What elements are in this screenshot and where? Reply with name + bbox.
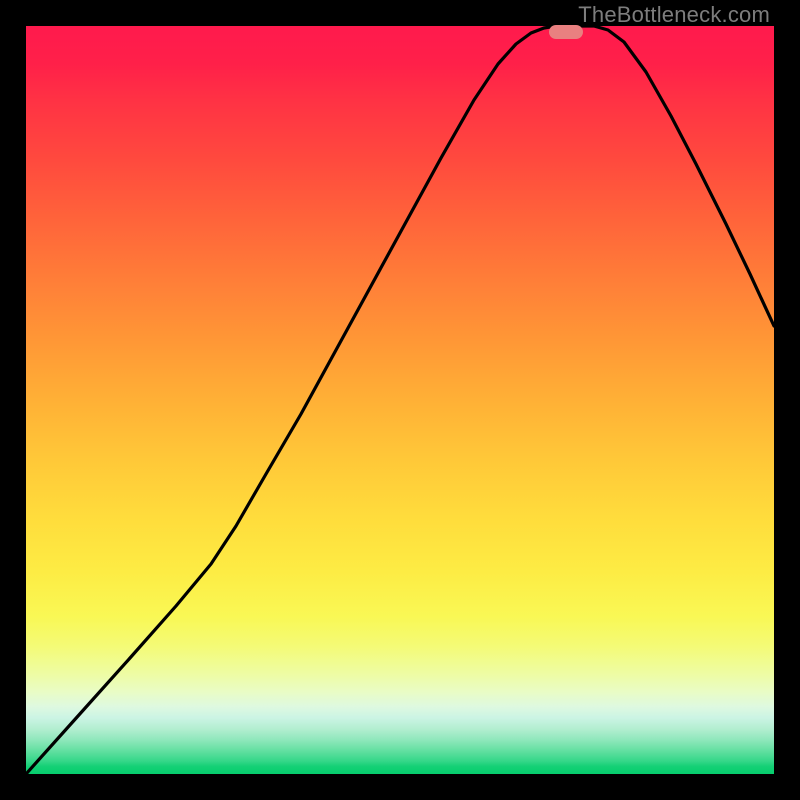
gradient-background — [26, 26, 774, 774]
watermark-text: TheBottleneck.com — [578, 2, 770, 28]
optimal-point-marker — [549, 25, 583, 39]
plot-frame — [26, 26, 774, 774]
